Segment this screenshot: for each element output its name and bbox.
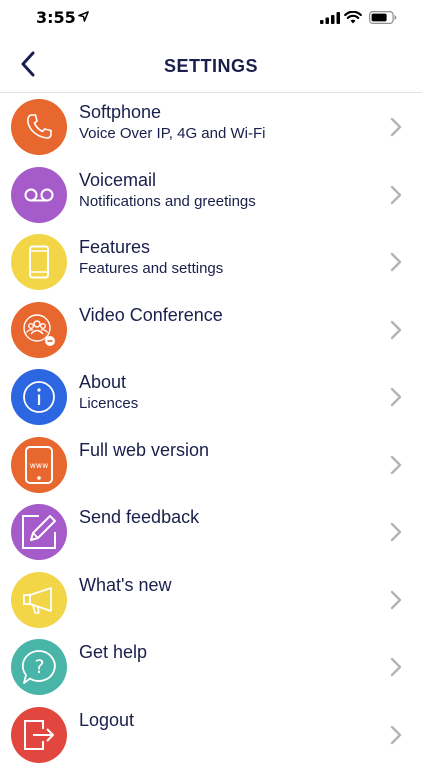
status-bar: 3:55 <box>0 0 422 36</box>
svg-text:www: www <box>30 461 48 470</box>
settings-item-softphone[interactable]: Softphone Voice Over IP, 4G and Wi-Fi <box>0 93 422 161</box>
settings-item-subtitle: Features and settings <box>79 259 372 278</box>
wifi-icon <box>344 11 362 24</box>
video-conference-icon-circle <box>11 302 67 358</box>
location-arrow-icon <box>78 11 89 22</box>
settings-item-subtitle: Notifications and greetings <box>79 192 372 211</box>
settings-item-about[interactable]: About Licences <box>0 363 422 431</box>
mobile-icon <box>28 245 50 279</box>
settings-item-send-feedback[interactable]: Send feedback <box>0 498 422 566</box>
cellular-signal-icon <box>320 12 340 24</box>
svg-text:?: ? <box>34 656 44 678</box>
settings-item-video-conference[interactable]: Video Conference <box>0 296 422 364</box>
send-feedback-icon-circle <box>11 504 67 560</box>
settings-item-whats-new[interactable]: What's new <box>0 566 422 634</box>
full-web-version-icon-circle: www <box>11 437 67 493</box>
chevron-right-icon <box>390 590 402 610</box>
chevron-right-icon <box>390 455 402 475</box>
settings-list: Softphone Voice Over IP, 4G and Wi-Fi Vo… <box>0 93 422 768</box>
battery-icon <box>369 11 397 24</box>
settings-item-features[interactable]: Features Features and settings <box>0 228 422 296</box>
phone-icon <box>24 112 54 142</box>
settings-item-title: Voicemail <box>79 169 372 191</box>
megaphone-icon <box>21 585 57 615</box>
chevron-right-icon <box>390 117 402 137</box>
chevron-right-icon <box>390 252 402 272</box>
get-help-icon-circle: ? <box>11 639 67 695</box>
info-icon <box>22 380 56 414</box>
chevron-right-icon <box>390 185 402 205</box>
navigation-bar: SETTINGS <box>0 36 422 93</box>
status-time: 3:55 <box>36 8 76 27</box>
whats-new-icon-circle <box>11 572 67 628</box>
settings-item-title: Send feedback <box>79 506 372 528</box>
chevron-right-icon <box>390 320 402 340</box>
settings-item-title: Get help <box>79 641 372 663</box>
about-icon-circle <box>11 369 67 425</box>
settings-item-full-web-version[interactable]: www Full web version <box>0 431 422 499</box>
logout-icon-circle <box>11 707 67 763</box>
logout-icon <box>21 717 57 753</box>
web-phone-icon: www <box>24 445 54 485</box>
settings-item-title: About <box>79 371 372 393</box>
settings-item-title: Logout <box>79 709 372 731</box>
page-title: SETTINGS <box>0 56 422 77</box>
chevron-right-icon <box>390 657 402 677</box>
group-icon <box>19 310 59 350</box>
help-bubble-icon: ? <box>19 647 59 687</box>
voicemail-icon-circle <box>11 167 67 223</box>
voicemail-icon <box>23 185 55 205</box>
chevron-right-icon <box>390 522 402 542</box>
edit-icon <box>19 512 59 552</box>
settings-item-title: Full web version <box>79 439 372 461</box>
settings-item-voicemail[interactable]: Voicemail Notifications and greetings <box>0 161 422 229</box>
settings-item-title: What's new <box>79 574 372 596</box>
chevron-right-icon <box>390 725 402 745</box>
settings-item-logout[interactable]: Logout <box>0 701 422 768</box>
settings-item-subtitle: Licences <box>79 394 372 413</box>
settings-item-get-help[interactable]: ? Get help <box>0 633 422 701</box>
settings-item-title: Video Conference <box>79 304 372 326</box>
features-icon-circle <box>11 234 67 290</box>
softphone-icon-circle <box>11 99 67 155</box>
chevron-right-icon <box>390 387 402 407</box>
settings-item-subtitle: Voice Over IP, 4G and Wi-Fi <box>79 124 372 143</box>
settings-item-title: Features <box>79 236 372 258</box>
settings-item-title: Softphone <box>79 101 372 123</box>
